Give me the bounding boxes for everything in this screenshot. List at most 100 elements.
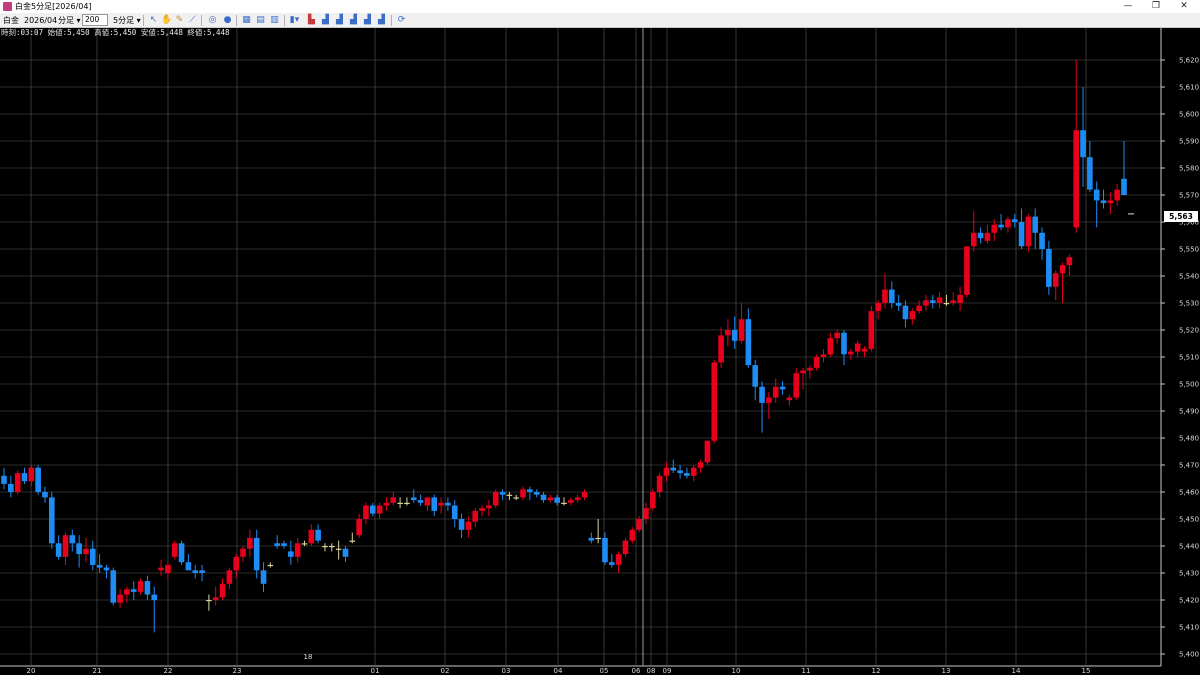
candle-body bbox=[62, 535, 69, 557]
candle-body bbox=[554, 497, 560, 503]
candle-body bbox=[520, 489, 526, 498]
candle-body bbox=[943, 303, 950, 305]
candle-body bbox=[465, 521, 472, 530]
bar-chart-2-icon[interactable]: ▟ bbox=[320, 15, 331, 26]
candle-body bbox=[916, 305, 922, 312]
candle-body bbox=[834, 332, 840, 339]
count-input[interactable]: 200 bbox=[82, 14, 108, 26]
candle-body bbox=[397, 502, 403, 504]
bar-chart-red-icon[interactable]: ▙ bbox=[306, 15, 317, 26]
candle-body bbox=[117, 594, 123, 603]
bar-chart-3-icon[interactable]: ▟ bbox=[334, 15, 345, 26]
candle-body bbox=[35, 467, 41, 492]
candle-body bbox=[1005, 219, 1011, 228]
candle-body bbox=[486, 505, 492, 509]
globe-icon[interactable]: ● bbox=[222, 15, 233, 26]
cursor-icon[interactable]: ↖ bbox=[148, 15, 159, 26]
pencil-icon[interactable]: ✎ bbox=[174, 15, 185, 26]
candle-body bbox=[1100, 200, 1107, 204]
candle-body bbox=[294, 543, 301, 557]
list-icon[interactable]: ▥ bbox=[269, 15, 280, 26]
y-tick-label: 5,530 bbox=[1179, 300, 1199, 308]
x-tick-label: 09 bbox=[663, 667, 672, 675]
title-bar: 白金5分足[2026/04] — ❐ ✕ bbox=[0, 0, 1200, 13]
candle-body bbox=[731, 330, 738, 341]
y-tick-label: 5,500 bbox=[1179, 381, 1199, 389]
bar-chart-5-icon[interactable]: ▟ bbox=[362, 15, 373, 26]
y-tick-label: 5,410 bbox=[1179, 624, 1199, 632]
candle-body bbox=[342, 548, 349, 557]
symbol-label[interactable]: 白金 bbox=[3, 15, 19, 26]
table-icon[interactable]: ▤ bbox=[255, 15, 266, 26]
candle-body bbox=[704, 440, 711, 463]
candle-body bbox=[677, 470, 683, 474]
candle-body bbox=[1052, 273, 1059, 287]
candlestick-chart[interactable]: 5,400 5,410 5,420 5,430 5,440 5,450 5,460 5,470… bbox=[0, 28, 1200, 675]
minimize-button[interactable]: — bbox=[1116, 0, 1140, 13]
candle-body bbox=[793, 373, 799, 398]
candle-body bbox=[151, 594, 158, 600]
candle-body bbox=[281, 543, 287, 546]
bar-chart-4-icon[interactable]: ▟ bbox=[348, 15, 359, 26]
candle-body bbox=[158, 567, 164, 571]
hand-icon[interactable]: ✋ bbox=[161, 15, 172, 26]
candle-body bbox=[649, 492, 656, 509]
candle-body bbox=[383, 502, 390, 506]
candle-body bbox=[977, 232, 984, 239]
maximize-button[interactable]: ❐ bbox=[1144, 0, 1168, 13]
candle-body bbox=[527, 489, 533, 492]
refresh-icon[interactable]: ⟳ bbox=[396, 15, 407, 26]
candle-body bbox=[69, 535, 76, 544]
candle-body bbox=[950, 300, 957, 303]
candle-body bbox=[124, 589, 130, 595]
candle-body bbox=[110, 570, 117, 603]
candle-body bbox=[848, 351, 854, 355]
x-tick-label: 20 bbox=[27, 667, 36, 675]
candle-body bbox=[568, 500, 574, 503]
x-tick-label: 18 bbox=[304, 653, 313, 661]
candle-body bbox=[472, 510, 479, 522]
candle-body bbox=[315, 529, 321, 541]
circle-icon[interactable]: ◎ bbox=[207, 15, 218, 26]
candle-body bbox=[479, 508, 485, 511]
candle-body bbox=[233, 556, 239, 571]
candle-body bbox=[800, 370, 806, 374]
trend-line-icon[interactable]: ⟋ bbox=[187, 15, 198, 26]
candle-body bbox=[929, 300, 936, 303]
toolbar-separator bbox=[143, 15, 144, 26]
x-tick-label: 10 bbox=[732, 667, 741, 675]
interval-select[interactable]: 5分足 ▾ bbox=[113, 15, 141, 26]
candle-body bbox=[745, 319, 752, 366]
toolbar: 白金 2026/04 分足 ▾ 200 5分足 ▾ ↖ ✋ ✎ ⟋ ◎ ● ▦ … bbox=[0, 13, 1200, 28]
candle-body bbox=[1093, 189, 1100, 201]
candle-body bbox=[738, 319, 745, 341]
close-button[interactable]: ✕ bbox=[1172, 0, 1196, 13]
y-tick-label: 5,570 bbox=[1179, 192, 1199, 200]
candle-body bbox=[807, 367, 813, 371]
x-tick-label: 12 bbox=[872, 667, 881, 675]
bar-chart-icon[interactable]: ▮▾ bbox=[289, 15, 300, 26]
candle-body bbox=[171, 543, 178, 557]
candle-body bbox=[1046, 249, 1052, 287]
candle-body bbox=[786, 397, 793, 401]
x-tick-label: 03 bbox=[502, 667, 511, 675]
toolbar-separator bbox=[391, 15, 392, 26]
bar-chart-6-icon[interactable]: ▟ bbox=[376, 15, 387, 26]
candle-body bbox=[663, 467, 670, 476]
candle-body bbox=[875, 303, 881, 312]
y-tick-label: 5,610 bbox=[1179, 84, 1199, 92]
candle-body bbox=[308, 529, 315, 544]
contract-label[interactable]: 2026/04 bbox=[24, 15, 57, 26]
y-tick-label: 5,420 bbox=[1179, 597, 1199, 605]
grid-icon[interactable]: ▦ bbox=[241, 15, 252, 26]
candle-body bbox=[185, 562, 192, 571]
candle-body bbox=[212, 597, 219, 600]
candle-body bbox=[1025, 216, 1032, 247]
candle-body bbox=[499, 492, 506, 495]
candle-body bbox=[622, 540, 629, 555]
candle-body bbox=[588, 537, 595, 541]
candle-body bbox=[1107, 200, 1114, 204]
unit-select[interactable]: 分足 ▾ bbox=[58, 15, 81, 26]
y-tick-label: 5,510 bbox=[1179, 354, 1199, 362]
app-icon bbox=[3, 2, 12, 11]
